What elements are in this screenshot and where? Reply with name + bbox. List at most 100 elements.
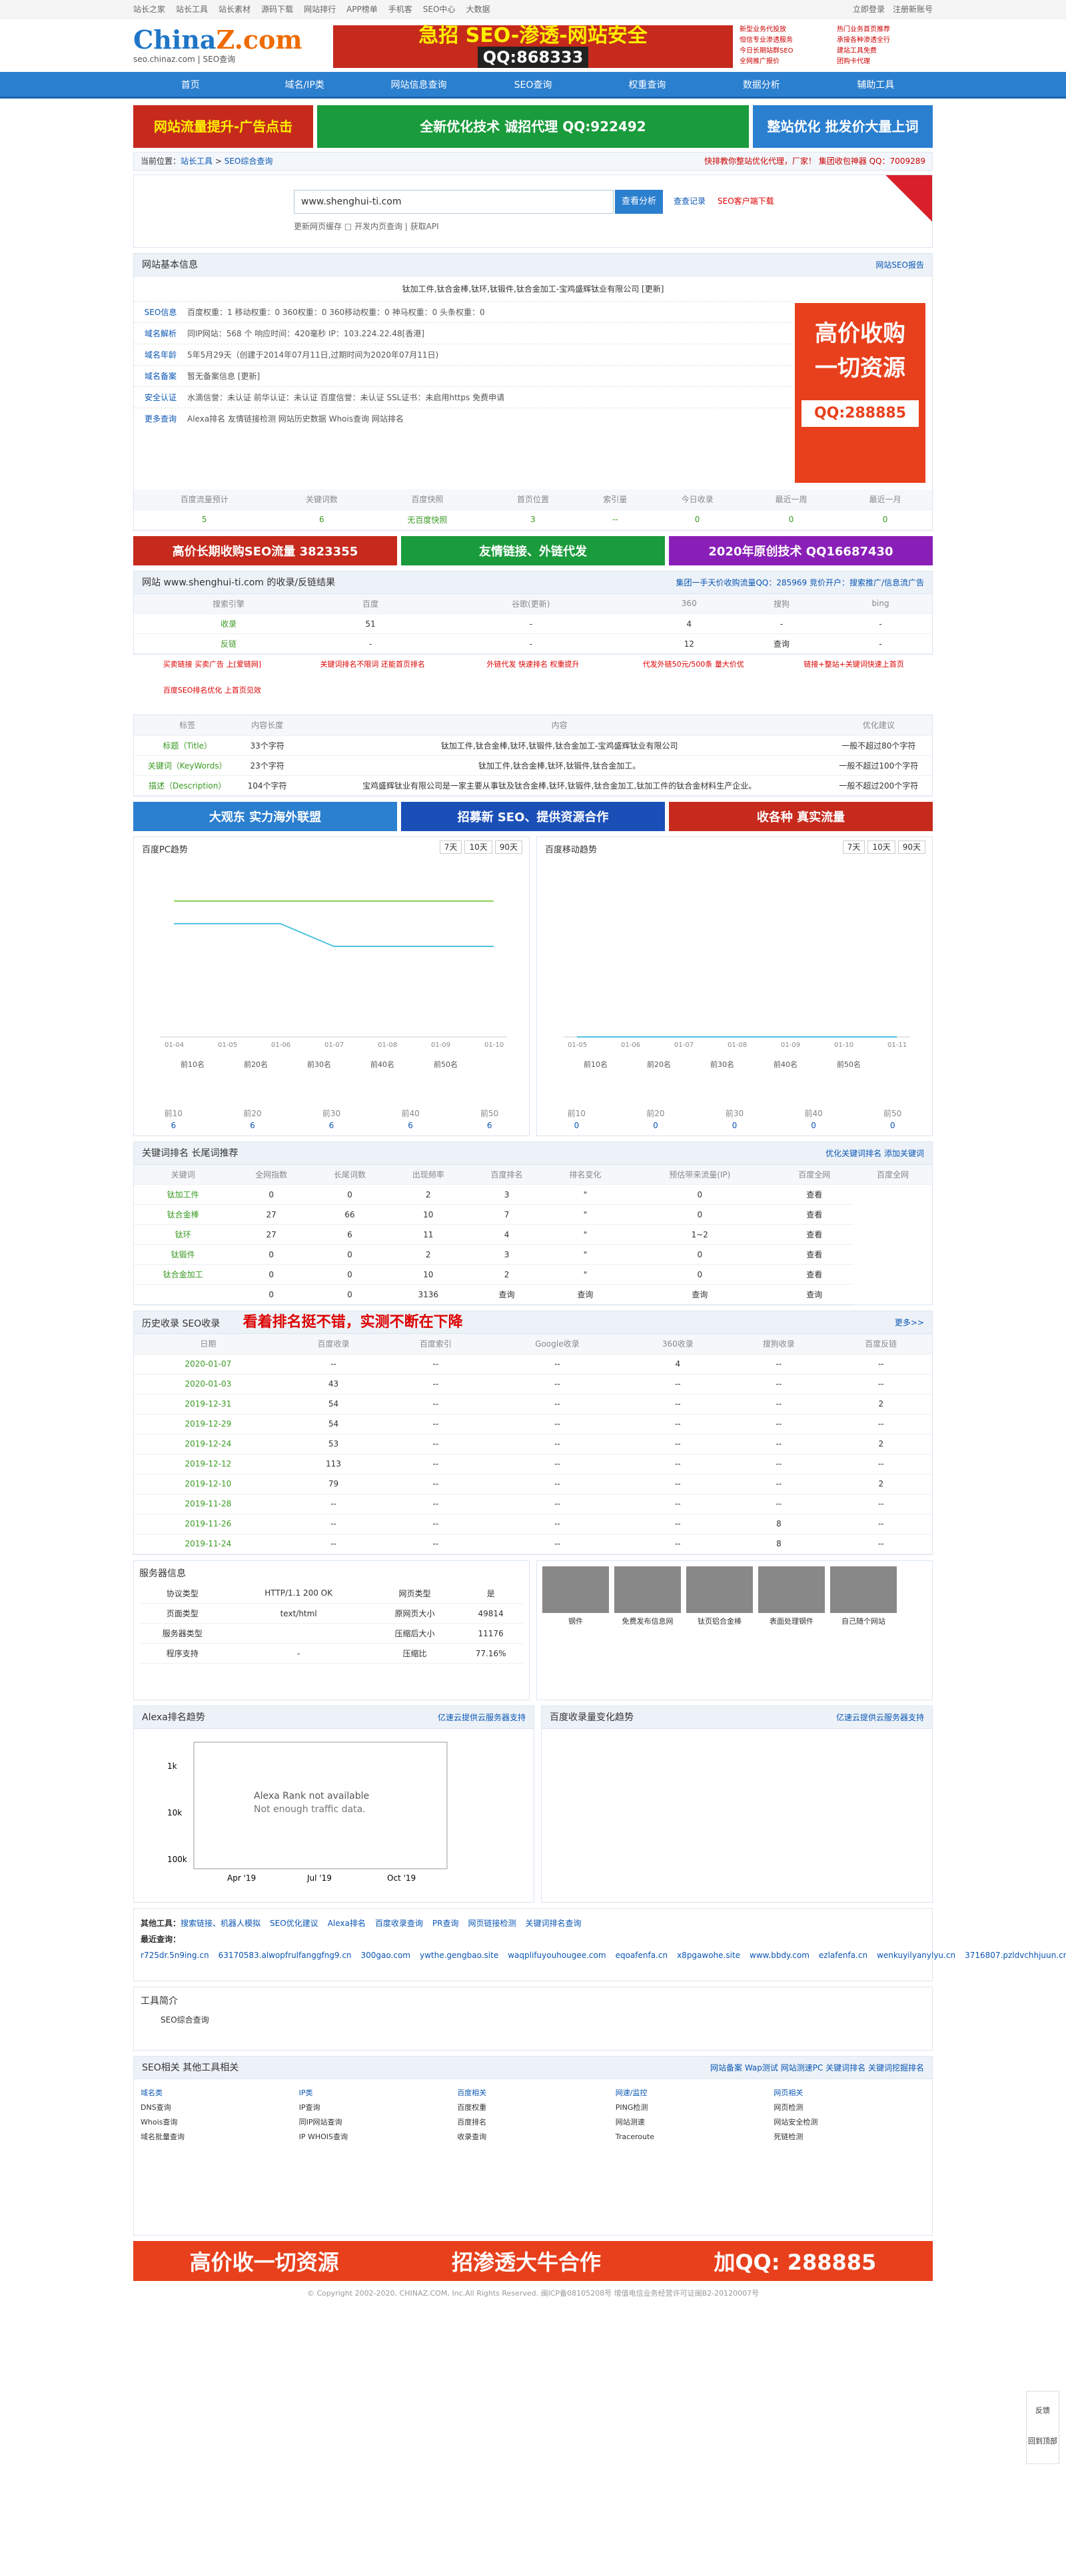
table-cell[interactable]: 钛锻件 [134,1244,233,1265]
chart-tab[interactable]: 7天 [842,840,865,854]
back-to-top-button[interactable]: 回到顶部 [1027,2435,1059,2446]
header-text-ad[interactable]: 承接各种渗透全行 [837,36,933,45]
breadcrumb-ad[interactable]: 快排教你整站优化代理，厂家！ 集团收包神器 QQ：7009289 [704,153,925,170]
chart-tab[interactable]: 10天 [867,840,895,854]
footer-link[interactable]: 百度排名 [457,2115,616,2130]
nav-item[interactable]: 权重查询 [590,72,704,99]
recent-query-link[interactable]: waqplifuyouhougee.com [508,1951,606,1960]
product-ad[interactable]: 表面处理钢件 [758,1566,825,1626]
recent-query-link[interactable]: ywthe.gengbao.site [420,1951,498,1960]
recent-query-link[interactable]: r725dr.5n9ing.cn [141,1951,209,1960]
footer-quick-link[interactable]: 网站测速PC [781,2063,825,2073]
foot-value[interactable]: 6 [487,1121,492,1130]
footer-link[interactable]: DNS查询 [141,2100,299,2115]
keyword-tab[interactable]: 关键词排名 [142,1148,191,1159]
history-link[interactable]: 查查记录 [674,196,706,206]
header-text-ad[interactable]: 团购卡代理 [837,57,933,67]
product-ad[interactable]: 自己随个网站 [830,1566,897,1626]
topbar-link[interactable]: 网站排行 [304,5,336,14]
footer-link[interactable]: 百度权重 [457,2100,616,2115]
header-banner-ad[interactable]: 急招 SEO-渗透-网站安全 QQ:868333 [333,25,733,68]
foot-value[interactable]: 6 [171,1121,176,1130]
keyword-tab[interactable]: 长尾词推荐 [191,1148,238,1159]
footer-link[interactable]: Whois查询 [141,2115,299,2130]
chart-tab[interactable]: 90天 [494,840,522,854]
banner-ad-3[interactable]: 整站优化 批发价大量上词 [753,105,933,148]
table-cell[interactable]: - [323,633,418,654]
feedback-button[interactable]: 反馈 [1027,2405,1059,2415]
text-ad[interactable]: 关键词排名不限词 还能首页排名 [294,660,452,683]
info-row-value[interactable]: 5年5月29天（创建于2014年07月11日,过期时间为2020年07月11日) [187,349,792,360]
footer-quick-link[interactable]: 网站备案 [710,2063,745,2073]
info-row-value[interactable]: 同IP网站：568 个 响应时间：420毫秒 IP：103.224.22.48[… [187,328,792,339]
account-link[interactable]: 立即登录 [853,5,885,14]
foot-value[interactable]: 6 [408,1121,413,1130]
bottom-ad[interactable]: 高价收一切资源 招渗透大牛合作 加QQ: 288885 [133,2240,933,2281]
foot-value[interactable]: 6 [250,1121,255,1130]
footer-tab[interactable]: SEO相关 [142,2063,183,2073]
text-ads-grid[interactable]: 买卖链接 买卖广告 上[爱链网] 关键词排名不限词 还能首页排名 外链代发 快速排名… [133,660,933,709]
text-ad[interactable]: 代发外链50元/500条 量大价优 [614,660,772,683]
header-text-ad[interactable]: 建站工具免费 [837,47,933,56]
text-ad[interactable]: 百度SEO排名优化 上首页见效 [133,686,291,709]
footer-link[interactable]: 同IP网站查询 [299,2115,458,2130]
footer-quick-link[interactable]: 关键词挖掘排名 [868,2063,924,2073]
product-ads-panel[interactable]: 钢件 免费发布信息网 钛页铝合金棒 表面处理钢件 自己随个网站 [536,1560,933,1700]
table-cell[interactable]: 钛环 [134,1224,233,1245]
ad-bar-1[interactable]: 高价长期收购SEO流量 3823355 友情链接、外链代发 2020年原创技术 … [133,535,933,565]
client-download-link[interactable]: SEO客户端下载 [718,196,774,206]
recent-query-link[interactable]: ezlafenfa.cn [819,1951,867,1960]
footer-tab[interactable]: 其他工具相关 [183,2063,239,2073]
header-text-ad[interactable]: 热门业务首页推荐 [837,25,933,35]
search-input[interactable]: www.shenghui-ti.com [294,190,614,214]
footer-link[interactable]: PING检测 [616,2100,774,2115]
foot-value[interactable]: 0 [574,1121,579,1130]
footer-link[interactable]: 网页检测 [774,2100,932,2115]
banner-ad-2[interactable]: 全新优化技术 诚招代理 QQ:922492 [317,105,749,148]
foot-value[interactable]: 0 [890,1121,895,1130]
ad-bar-2[interactable]: 大观东 实力海外联盟 招募新 SEO、提供资源合作 收各种 真实流量 [133,801,933,831]
header-text-ads[interactable]: 新型业务代投放 热门业务首页推荐 恒信专业渗透服务 承接各种渗透全行 今日长期站群SEO… [740,25,933,67]
footer-link[interactable]: Traceroute [616,2130,774,2144]
seo-report-link[interactable]: 网站SEO报告 [875,254,924,276]
footer-link[interactable]: 死链检测 [774,2130,932,2144]
float-toolbar[interactable]: 反馈 回到顶部 [1026,2391,1059,2464]
table-cell[interactable]: 钛合金加工 [134,1264,233,1285]
header-text-ad[interactable]: 全网推广报价 [740,57,835,67]
side-ad[interactable]: 高价收购 一切资源 QQ:288885 [795,303,925,483]
nav-item[interactable]: SEO查询 [476,72,590,99]
topbar-link[interactable]: 手机客 [388,5,412,14]
footer-link[interactable]: 网站安全检测 [774,2115,932,2130]
chart-tab[interactable]: 7天 [439,840,462,854]
table-cell[interactable]: 钛加工件 [134,1184,233,1205]
index-ad-link[interactable]: 集团一手天价收购流量QQ：285969 竞价开户：搜索推广/信息流广告 [676,571,924,594]
info-row-value[interactable]: 暂无备案信息 [更新] [187,370,792,382]
breadcrumb-tools-link[interactable]: 站长工具 [181,157,213,166]
topbar-link[interactable]: 源码下载 [261,5,293,14]
header-text-ad[interactable]: 今日长期站群SEO [740,47,835,56]
recent-query-link[interactable]: www.bbdy.com [750,1951,809,1960]
corner-ribbon[interactable] [885,175,932,222]
site-logo[interactable]: ChinaZ.com seo.chinaz.com | SEO查询 [133,27,302,65]
table-cell[interactable]: 51 [323,613,418,634]
info-row-value[interactable]: 百度权重：1 移动权重：0 360权重：0 360移动权重：0 神马权重：0 头… [187,306,792,318]
table-cell[interactable]: 钛合金棒 [134,1204,233,1225]
topbar-link[interactable]: 大数据 [466,5,490,14]
product-ad[interactable]: 钢件 [542,1566,609,1626]
recent-query-link[interactable]: wenkuyilyanylyu.cn [877,1951,955,1960]
recent-query-link[interactable]: eqoafenfa.cn [616,1951,668,1960]
stats-value[interactable]: 无百度快照 [368,509,486,530]
search-button[interactable]: 查看分析 [615,190,663,214]
topbar-link[interactable]: 站长素材 [219,5,251,14]
related-tool-link[interactable]: 网页链接检测 [468,1919,516,1928]
related-tool-link[interactable]: 百度收录查询 [375,1919,423,1928]
related-tool-link[interactable]: SEO优化建议 [270,1919,318,1928]
related-tool-link[interactable]: 关键词排名查询 [525,1919,581,1928]
foot-value[interactable]: 0 [811,1121,816,1130]
nav-item[interactable]: 域名/IP类 [247,72,361,99]
chart-tab[interactable]: 90天 [897,840,925,854]
footer-link[interactable]: 网站测速 [616,2115,774,2130]
recent-query-link[interactable]: 63170583.alwopfrulfanggfng9.cn [219,1951,352,1960]
product-ad[interactable]: 免费发布信息网 [614,1566,681,1626]
recent-query-link[interactable]: x8pgawohe.site [677,1951,740,1960]
